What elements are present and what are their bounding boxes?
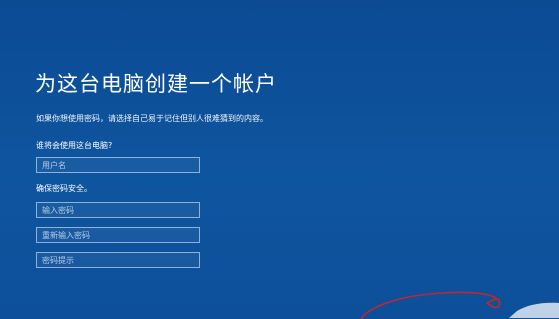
username-input[interactable] bbox=[36, 157, 200, 173]
password-input[interactable] bbox=[36, 202, 200, 218]
hand-drawn-annotation bbox=[360, 291, 559, 319]
password-hint-input[interactable] bbox=[36, 252, 200, 268]
reenter-password-input[interactable] bbox=[36, 227, 200, 243]
page-title: 为这台电脑创建一个帐户 bbox=[35, 72, 277, 96]
password-security-label: 确保密码安全。 bbox=[36, 184, 92, 193]
account-setup-screen: 为这台电脑创建一个帐户 如果你想使用密码，请选择自己易于记住但别人很难猜到的内容… bbox=[0, 0, 559, 319]
description-text: 如果你想使用密码，请选择自己易于记住但别人很难猜到的内容。 bbox=[36, 114, 268, 123]
who-uses-label: 谁将会使用这台电脑? bbox=[36, 141, 113, 150]
